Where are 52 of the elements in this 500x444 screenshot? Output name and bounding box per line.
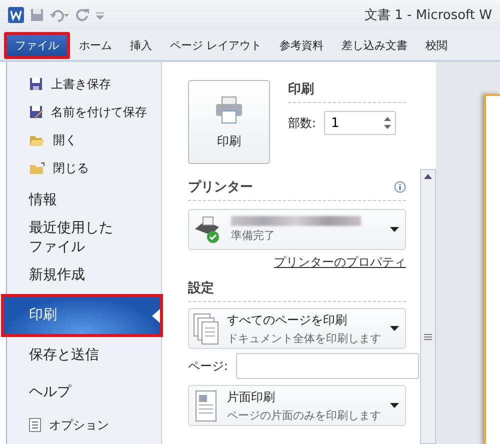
printer-properties-link[interactable]: プリンターのプロパティ xyxy=(274,254,406,271)
caret-icon xyxy=(390,403,399,408)
copies-label: 部数: xyxy=(288,114,316,132)
section-heading: プリンター xyxy=(188,178,253,196)
save-icon xyxy=(30,8,44,22)
ribbon-tab[interactable]: 挿入 xyxy=(121,32,161,58)
caret-icon xyxy=(390,326,399,331)
ribbon-tab[interactable]: 差し込み文書 xyxy=(332,32,416,58)
menu-item[interactable]: 開く xyxy=(7,126,161,154)
menu-section[interactable]: 情報 xyxy=(7,182,161,219)
ribbon-tab[interactable]: 参考資料 xyxy=(270,32,332,58)
copies-spinner[interactable]: 1 xyxy=(324,111,396,135)
menu-section[interactable]: 最近使用したファイル xyxy=(7,219,161,257)
menu-item[interactable]: 上書き保存 xyxy=(7,70,161,98)
ribbon-tab[interactable]: 校閲 xyxy=(416,32,456,58)
menu-section[interactable]: 印刷 xyxy=(1,294,163,337)
sides-dropdown[interactable]: 片面印刷 ページの片面のみを印刷します xyxy=(188,385,406,426)
document-list-icon xyxy=(29,418,41,432)
ribbon-tab[interactable]: ホーム xyxy=(70,32,121,58)
window-title: 文書 1 - Microsoft W xyxy=(364,7,492,24)
menu-item[interactable]: 閉じる xyxy=(7,154,161,182)
menu-section[interactable]: ヘルプ xyxy=(7,374,161,411)
folder-icon xyxy=(29,162,45,174)
printer-dropdown[interactable]: 準備完了 xyxy=(188,209,406,250)
section-heading: 設定 xyxy=(188,280,214,297)
page-icon xyxy=(193,390,219,422)
word-logo-icon xyxy=(8,7,24,23)
scrollbar[interactable] xyxy=(420,169,436,444)
stacked-pages-icon xyxy=(193,312,219,344)
print-button[interactable]: 印刷 xyxy=(188,80,270,164)
menu-section[interactable]: 新規作成 xyxy=(7,257,161,294)
info-icon xyxy=(394,181,406,193)
printer-icon xyxy=(214,94,244,124)
menu-section[interactable]: 保存と送信 xyxy=(7,337,161,374)
grip-icon xyxy=(424,334,432,340)
pointer-notch-icon xyxy=(152,308,160,322)
menu-item[interactable]: 名前を付けて保存 xyxy=(7,98,161,126)
menu-item[interactable]: オプション xyxy=(7,411,161,439)
undo-icon xyxy=(50,8,70,22)
redo-icon xyxy=(76,8,90,22)
caret-icon xyxy=(390,227,399,232)
section-heading: 印刷 xyxy=(288,80,406,103)
spin-arrows-icon xyxy=(384,116,392,130)
print-range-dropdown[interactable]: すべてのページを印刷 ドキュメント全体を印刷します xyxy=(188,308,406,349)
ribbon-tab[interactable]: ファイル xyxy=(4,32,70,58)
floppy-pencil-icon xyxy=(29,105,43,119)
customize-caret-icon xyxy=(96,10,104,20)
pages-field[interactable] xyxy=(236,353,420,379)
pages-label: ページ: xyxy=(188,358,228,374)
printer-status: 準備完了 xyxy=(231,228,276,243)
open-folder-icon xyxy=(29,134,45,146)
ribbon-tab[interactable]: ページ レイアウト xyxy=(161,32,270,58)
